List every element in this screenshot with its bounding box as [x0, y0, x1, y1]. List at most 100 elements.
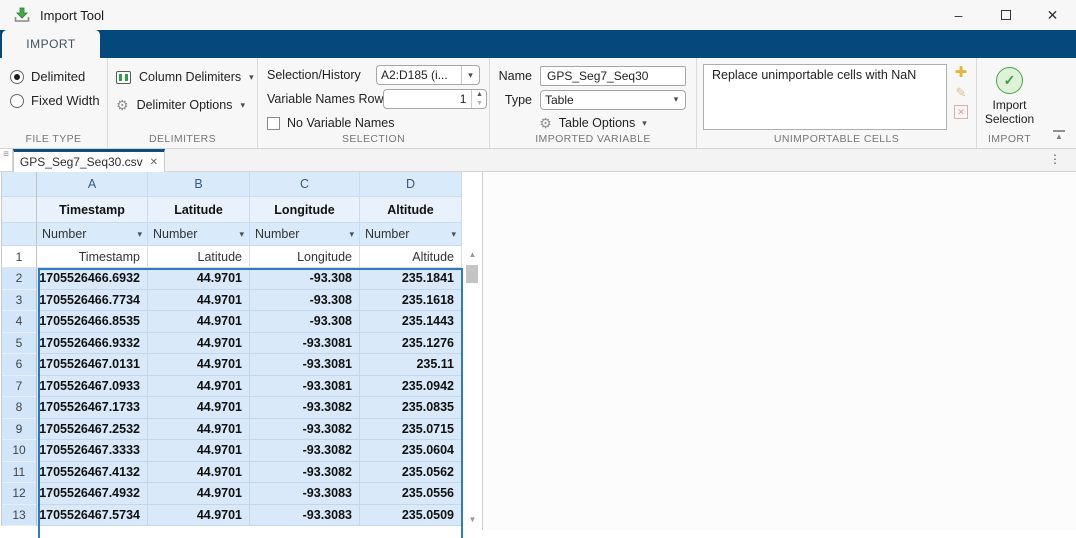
- radio-fixed-width-icon[interactable]: [10, 94, 24, 108]
- cell[interactable]: 235.0562: [360, 462, 462, 484]
- cell[interactable]: 44.9701: [148, 376, 250, 398]
- selection-history-combo[interactable]: A2:D185 (i... ▾: [376, 65, 480, 85]
- tab-close-icon[interactable]: ✕: [150, 157, 158, 168]
- cell[interactable]: 235.1618: [360, 290, 462, 312]
- cell[interactable]: -93.3082: [250, 440, 360, 462]
- cell[interactable]: -93.3083: [250, 505, 360, 527]
- cell[interactable]: 1705526466.6932: [37, 268, 148, 290]
- table-row[interactable]: 4 1705526466.8535 44.9701 -93.308 235.14…: [2, 311, 462, 333]
- unimportable-rules-list[interactable]: Replace unimportable cells with NaN: [703, 64, 947, 130]
- table-row[interactable]: 8 1705526467.1733 44.9701 -93.3082 235.0…: [2, 397, 462, 419]
- column-header-c[interactable]: C: [250, 172, 360, 197]
- cell[interactable]: -93.3082: [250, 462, 360, 484]
- no-variable-names-checkbox[interactable]: [267, 117, 280, 130]
- cell[interactable]: -93.3081: [250, 354, 360, 376]
- row-number[interactable]: 8: [2, 397, 37, 419]
- document-tab-csv[interactable]: GPS_Seg7_Seq30.csv ✕: [13, 149, 165, 172]
- tab-import[interactable]: IMPORT: [2, 30, 100, 58]
- cell[interactable]: 1705526467.4132: [37, 462, 148, 484]
- edit-rule-button[interactable]: ✎: [956, 86, 967, 100]
- table-row[interactable]: 12 1705526467.4932 44.9701 -93.3083 235.…: [2, 483, 462, 505]
- cell[interactable]: -93.3082: [250, 397, 360, 419]
- corner-cell[interactable]: [2, 172, 37, 197]
- type-select-dropdown-button[interactable]: ▾: [667, 91, 685, 109]
- import-selection-button[interactable]: ✓ Import Selection: [977, 67, 1042, 126]
- table-options-button[interactable]: ⚙ Table Options ▾: [490, 113, 696, 133]
- radio-delimited-icon[interactable]: [10, 70, 24, 84]
- cell[interactable]: Longitude: [250, 246, 360, 268]
- variable-names-row-stepper[interactable]: ▲ ▼: [383, 89, 487, 109]
- cell[interactable]: 44.9701: [148, 419, 250, 441]
- table-row[interactable]: 9 1705526467.2532 44.9701 -93.3082 235.0…: [2, 419, 462, 441]
- variable-names-row-input[interactable]: [384, 90, 471, 108]
- cell[interactable]: -93.308: [250, 311, 360, 333]
- row-number[interactable]: 11: [2, 462, 37, 484]
- cell[interactable]: 44.9701: [148, 354, 250, 376]
- cell[interactable]: 44.9701: [148, 440, 250, 462]
- cell[interactable]: 1705526467.2532: [37, 419, 148, 441]
- radio-fixed-width[interactable]: Fixed Width: [10, 93, 107, 108]
- row-number[interactable]: 9: [2, 419, 37, 441]
- type-dropdown-b[interactable]: Number▾: [148, 223, 250, 246]
- row-number[interactable]: 2: [2, 268, 37, 290]
- type-dropdown-d[interactable]: Number▾: [360, 223, 462, 246]
- table-row[interactable]: 11 1705526467.4132 44.9701 -93.3082 235.…: [2, 462, 462, 484]
- row-number[interactable]: 12: [2, 483, 37, 505]
- radio-delimited[interactable]: Delimited: [10, 69, 107, 84]
- cell[interactable]: 1705526467.3333: [37, 440, 148, 462]
- variable-name-field[interactable]: [540, 66, 686, 86]
- vertical-scrollbar[interactable]: ▲ ▼: [463, 172, 483, 530]
- delete-rule-button[interactable]: ✕: [954, 105, 968, 119]
- cell[interactable]: 1705526466.9332: [37, 333, 148, 355]
- add-rule-button[interactable]: ✚: [955, 65, 968, 81]
- cell[interactable]: 235.0715: [360, 419, 462, 441]
- cell[interactable]: 235.11: [360, 354, 462, 376]
- variable-name-timestamp[interactable]: Timestamp: [37, 197, 148, 223]
- cell[interactable]: -93.3081: [250, 333, 360, 355]
- row-number[interactable]: 13: [2, 505, 37, 527]
- close-button[interactable]: ✕: [1029, 0, 1076, 30]
- tab-strip-grip[interactable]: ≡: [0, 149, 13, 171]
- row-number[interactable]: 6: [2, 354, 37, 376]
- type-dropdown-c[interactable]: Number▾: [250, 223, 360, 246]
- stepper-up-button[interactable]: ▲: [472, 90, 486, 99]
- selection-history-dropdown-button[interactable]: ▾: [461, 66, 479, 84]
- cell[interactable]: 1705526467.0131: [37, 354, 148, 376]
- cell[interactable]: 235.0509: [360, 505, 462, 527]
- type-dropdown-a[interactable]: Number▾: [37, 223, 148, 246]
- row-number[interactable]: 3: [2, 290, 37, 312]
- cell[interactable]: -93.308: [250, 290, 360, 312]
- cell[interactable]: 235.1841: [360, 268, 462, 290]
- cell[interactable]: 44.9701: [148, 268, 250, 290]
- cell[interactable]: -93.3083: [250, 483, 360, 505]
- stepper-down-button[interactable]: ▼: [472, 99, 486, 108]
- cell[interactable]: -93.308: [250, 268, 360, 290]
- cell[interactable]: 1705526466.7734: [37, 290, 148, 312]
- cell[interactable]: 44.9701: [148, 483, 250, 505]
- variable-name-altitude[interactable]: Altitude: [360, 197, 462, 223]
- table-row[interactable]: 7 1705526467.0933 44.9701 -93.3081 235.0…: [2, 376, 462, 398]
- tab-overflow-menu-button[interactable]: ⋮: [1049, 152, 1061, 166]
- table-row[interactable]: 3 1705526466.7734 44.9701 -93.308 235.16…: [2, 290, 462, 312]
- cell[interactable]: 1705526467.4932: [37, 483, 148, 505]
- cell[interactable]: 235.1276: [360, 333, 462, 355]
- cell[interactable]: 44.9701: [148, 311, 250, 333]
- scroll-up-icon[interactable]: ▲: [463, 250, 482, 259]
- column-delimiters-button[interactable]: Column Delimiters ▾: [116, 67, 249, 87]
- scrollbar-thumb[interactable]: [466, 265, 478, 283]
- cell[interactable]: 235.0604: [360, 440, 462, 462]
- table-row[interactable]: 5 1705526466.9332 44.9701 -93.3081 235.1…: [2, 333, 462, 355]
- cell[interactable]: 44.9701: [148, 462, 250, 484]
- row-number[interactable]: 1: [2, 246, 37, 268]
- row-number[interactable]: 10: [2, 440, 37, 462]
- table-row[interactable]: 2 1705526466.6932 44.9701 -93.308 235.18…: [2, 268, 462, 290]
- variable-name-longitude[interactable]: Longitude: [250, 197, 360, 223]
- cell[interactable]: 235.0556: [360, 483, 462, 505]
- cell[interactable]: Latitude: [148, 246, 250, 268]
- cell[interactable]: -93.3081: [250, 376, 360, 398]
- cell[interactable]: 235.0942: [360, 376, 462, 398]
- maximize-button[interactable]: [982, 0, 1029, 30]
- scroll-down-icon[interactable]: ▼: [463, 515, 482, 524]
- cell[interactable]: 235.0835: [360, 397, 462, 419]
- row-number[interactable]: 4: [2, 311, 37, 333]
